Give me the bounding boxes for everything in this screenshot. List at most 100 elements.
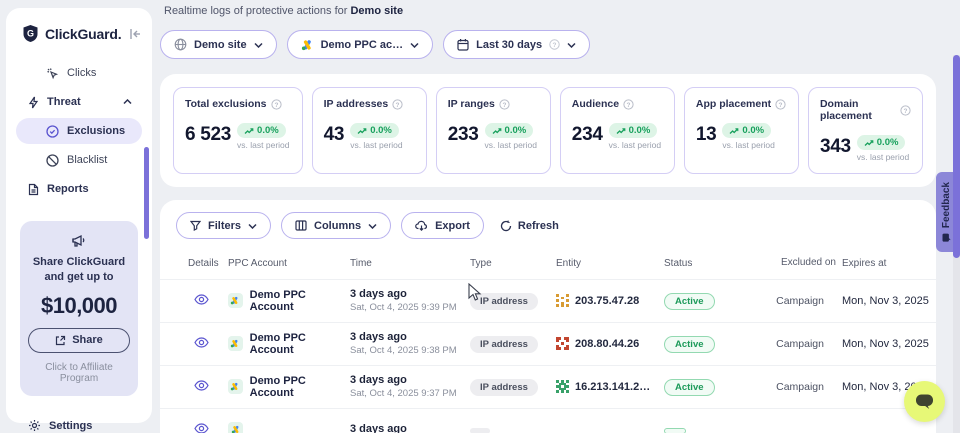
calendar-icon	[457, 38, 469, 51]
download-cloud-icon	[415, 220, 428, 231]
stat-value: 6 523	[185, 125, 231, 144]
svg-text:G: G	[27, 29, 34, 39]
sidebar-scrollbar[interactable]	[144, 147, 149, 239]
export-button[interactable]: Export	[401, 212, 484, 239]
ip-identicon	[556, 380, 569, 393]
feedback-label: Feedback	[941, 182, 952, 228]
promo-title: Share ClickGuard and get up to	[28, 255, 130, 285]
chevron-down-icon	[368, 223, 377, 229]
table-row[interactable]: Demo PPC Account 3 days ago Sat, Oct 4, …	[160, 323, 936, 366]
time-exact: Sat, Oct 4, 2025 9:39 PM	[350, 302, 470, 313]
chevron-down-icon	[410, 42, 419, 48]
ppc-filter-label: Demo PPC ac…	[321, 39, 404, 51]
help-circle-icon[interactable]: ?	[900, 105, 911, 116]
info-circle-icon: ?	[549, 39, 560, 50]
status-badge: Active	[664, 293, 715, 310]
chat-launcher-button[interactable]	[904, 381, 945, 422]
status-badge: Active	[664, 336, 715, 353]
ppc-account-name: Demo PPC Account	[250, 332, 350, 356]
export-label: Export	[435, 220, 470, 232]
svg-text:?: ?	[904, 107, 908, 114]
time-relative: 3 days ago	[350, 288, 470, 300]
feedback-chat-icon	[942, 233, 951, 242]
site-filter-label: Demo site	[194, 39, 247, 51]
share-button[interactable]: Share	[28, 328, 130, 353]
column-header: Excluded on	[781, 257, 836, 270]
excluded-on-value: Campaign	[776, 295, 824, 307]
gear-icon	[28, 419, 41, 432]
external-link-icon	[55, 335, 66, 346]
stat-value: 234	[572, 125, 603, 144]
google-ads-icon	[228, 422, 243, 433]
columns-dropdown[interactable]: Columns	[281, 212, 391, 239]
table-row[interactable]: Demo PPC Account 3 days ago Sat, Oct 4, …	[160, 366, 936, 409]
time-exact: Sat, Oct 4, 2025 9:37 PM	[350, 388, 470, 399]
columns-icon	[295, 220, 307, 231]
page-subtitle: Realtime logs of protective actions for …	[164, 5, 944, 17]
stat-title: App placement	[696, 98, 771, 110]
sidebar-item-reports[interactable]: Reports	[16, 176, 142, 202]
svg-text:?: ?	[396, 101, 400, 108]
table-toolbar: Filters Columns Export	[160, 212, 936, 239]
sidebar-collapse-icon[interactable]	[129, 28, 142, 40]
help-circle-icon[interactable]: ?	[775, 99, 786, 110]
status-badge: Active	[664, 379, 715, 396]
excluded-on-value: Campaign	[776, 338, 824, 350]
sidebar-item-blacklist[interactable]: Blacklist	[16, 147, 142, 173]
main-content: Realtime logs of protective actions for …	[160, 0, 944, 433]
stats-panel: Total exclusions ? 6 523 0.0% vs. last p…	[160, 74, 936, 187]
help-circle-icon[interactable]: ?	[271, 99, 282, 110]
sidebar-item-label: Exclusions	[67, 125, 125, 137]
filters-label: Filters	[208, 220, 241, 232]
sidebar-item-label: Settings	[49, 420, 92, 432]
megaphone-icon	[28, 233, 130, 249]
google-ads-icon	[301, 39, 314, 51]
sidebar-nav: Clicks Threat Exclusions Blacklist	[6, 55, 152, 205]
help-circle-icon[interactable]: ?	[499, 99, 510, 110]
entity-value: 16.213.141.2…	[575, 381, 650, 393]
sidebar-item-exclusions[interactable]: Exclusions	[16, 118, 142, 144]
threat-icon	[28, 96, 39, 109]
column-header: Type	[470, 258, 556, 269]
scrollbar-thumb[interactable]	[953, 55, 960, 258]
svg-text:?: ?	[779, 101, 783, 108]
trend-up-icon	[864, 139, 874, 147]
expires-at-value: Mon, Nov 3, 2025	[842, 295, 936, 307]
row-details-eye-icon[interactable]	[190, 421, 213, 433]
stat-card: Audience ? 234 0.0% vs. last period	[560, 87, 675, 174]
subtitle-site-name: Demo site	[350, 5, 403, 17]
row-details-eye-icon[interactable]	[190, 378, 213, 393]
filters-dropdown[interactable]: Filters	[176, 212, 271, 239]
refresh-button[interactable]: Refresh	[500, 220, 559, 232]
ppc-account-filter-dropdown[interactable]: Demo PPC ac…	[287, 30, 434, 59]
help-circle-icon[interactable]: ?	[623, 99, 634, 110]
google-ads-icon	[228, 293, 243, 308]
ip-identicon	[556, 337, 569, 350]
filter-row: Demo site Demo PPC ac… Last 30 days ?	[160, 30, 944, 59]
date-filter-label: Last 30 days	[476, 39, 542, 51]
row-details-eye-icon[interactable]	[190, 292, 213, 307]
page-scrollbar[interactable]	[953, 55, 960, 433]
check-circle-icon	[46, 125, 59, 138]
refresh-label: Refresh	[518, 220, 559, 232]
affiliate-promo-card[interactable]: Share ClickGuard and get up to $10,000 S…	[20, 221, 138, 396]
table-row-partial[interactable]: 3 days ago	[160, 409, 936, 433]
sidebar-item-threat[interactable]: Threat	[16, 89, 142, 115]
site-filter-dropdown[interactable]: Demo site	[160, 30, 277, 59]
row-details-eye-icon[interactable]	[190, 335, 213, 350]
sidebar-item-settings[interactable]: Settings	[16, 413, 142, 433]
stat-card: App placement ? 13 0.0% vs. last period	[684, 87, 799, 174]
stat-caption: vs. last period	[350, 140, 402, 150]
stat-caption: vs. last period	[722, 140, 774, 150]
date-range-dropdown[interactable]: Last 30 days ?	[443, 30, 590, 59]
clickguard-logo-icon: G	[22, 24, 39, 43]
stat-caption: vs. last period	[857, 152, 909, 162]
trend-up-icon	[244, 127, 254, 135]
type-badge: IP address	[470, 336, 538, 353]
svg-text:?: ?	[502, 101, 506, 108]
sidebar-item-clicks[interactable]: Clicks	[16, 60, 142, 86]
help-circle-icon[interactable]: ?	[392, 99, 403, 110]
table-row[interactable]: Demo PPC Account 3 days ago Sat, Oct 4, …	[160, 280, 936, 323]
promo-caption: Click to Affiliate Program	[28, 362, 130, 384]
trend-badge: 0.0%	[485, 123, 534, 138]
